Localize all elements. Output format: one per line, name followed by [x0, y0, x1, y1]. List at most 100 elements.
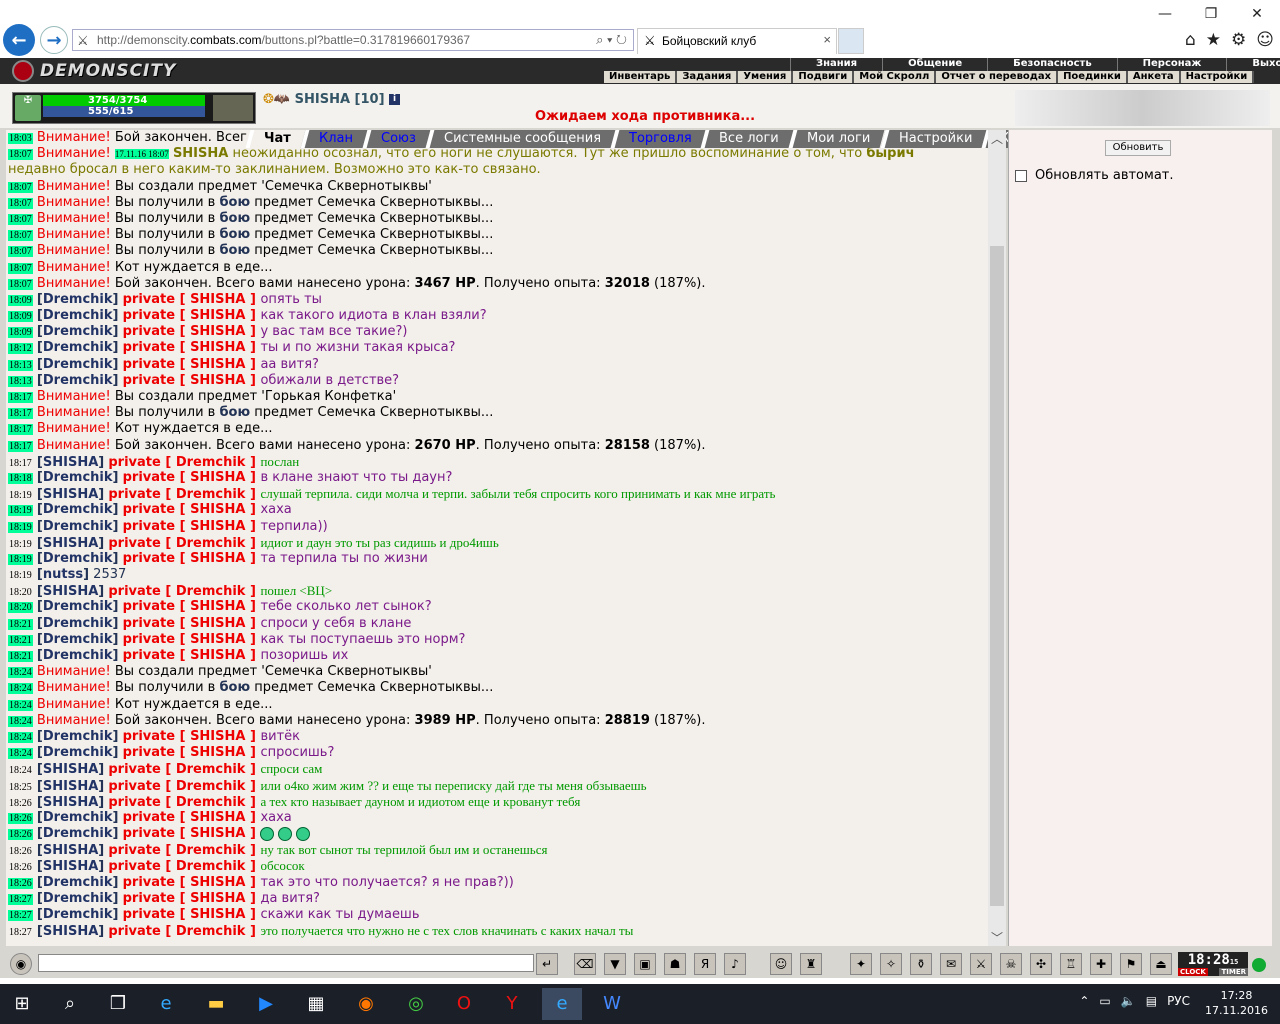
compass-icon[interactable]: ✣	[1030, 953, 1052, 975]
recipient-name[interactable]: SHISHA	[190, 324, 245, 339]
favorites-star-icon[interactable]: ★	[1206, 30, 1221, 50]
private-label[interactable]: private	[123, 340, 175, 355]
private-target[interactable]: [	[175, 308, 190, 323]
submenu-item[interactable]: Поединки	[1058, 71, 1128, 83]
private-label[interactable]: private	[123, 519, 175, 534]
private-target[interactable]: [	[161, 795, 176, 810]
private-target[interactable]: [	[175, 810, 190, 825]
sound-icon[interactable]: ♪	[724, 953, 746, 975]
helmet-icon[interactable]: ♜	[800, 953, 822, 975]
scroll-item-icon[interactable]: ✉	[940, 953, 962, 975]
private-target[interactable]: [	[175, 292, 190, 307]
private-target[interactable]: [	[175, 616, 190, 631]
private-label[interactable]: private	[123, 875, 175, 890]
private-label[interactable]: private	[123, 891, 175, 906]
recipient-name[interactable]: SHISHA	[190, 826, 245, 841]
sender-name[interactable]: Dremchik	[43, 502, 113, 517]
private-label[interactable]: private	[123, 502, 175, 517]
start-windows-icon[interactable]: ⊞	[2, 988, 42, 1020]
private-label[interactable]: private	[123, 357, 175, 372]
chat-mode-icon[interactable]: ◉	[10, 953, 32, 975]
private-label[interactable]: private	[123, 616, 175, 631]
private-label[interactable]: private	[123, 308, 175, 323]
search-icon[interactable]: ⌕	[50, 988, 90, 1020]
clear-icon[interactable]: ⌫	[574, 953, 596, 975]
private-target[interactable]: [	[161, 455, 176, 470]
send-icon[interactable]: ↵	[536, 953, 558, 975]
sender-name[interactable]: SHISHA	[43, 859, 98, 874]
private-label[interactable]: private	[108, 536, 160, 551]
private-target[interactable]: [	[161, 487, 176, 502]
recipient-name[interactable]: SHISHA	[190, 599, 245, 614]
recipient-name[interactable]: SHISHA	[190, 340, 245, 355]
private-target[interactable]: [	[175, 519, 190, 534]
private-label[interactable]: private	[123, 632, 175, 647]
recipient-name[interactable]: Dremchik	[176, 455, 246, 470]
translit-icon[interactable]: Я	[694, 953, 716, 975]
private-target[interactable]: [	[175, 357, 190, 372]
sender-name[interactable]: Dremchik	[43, 810, 113, 825]
menu-item[interactable]: Общение	[882, 58, 987, 71]
recipient-name[interactable]: SHISHA	[190, 502, 245, 517]
private-label[interactable]: private	[108, 584, 160, 599]
private-target[interactable]: [	[175, 745, 190, 760]
opera-icon[interactable]: O	[444, 988, 484, 1020]
sender-name[interactable]: Dremchik	[43, 551, 113, 566]
avatar[interactable]: ✠	[15, 95, 41, 121]
submenu-item[interactable]: Задания	[677, 71, 739, 83]
private-target[interactable]: [	[175, 599, 190, 614]
sender-name[interactable]: Dremchik	[43, 729, 113, 744]
task-view-icon[interactable]: ❒	[98, 988, 138, 1020]
chat-tab[interactable]: Мои логи	[788, 130, 885, 148]
cross-icon[interactable]: ✚	[1090, 953, 1112, 975]
recipient-name[interactable]: SHISHA	[190, 519, 245, 534]
private-target[interactable]: [	[161, 584, 176, 599]
private-label[interactable]: private	[123, 826, 175, 841]
private-label[interactable]: private	[123, 373, 175, 388]
new-tab-button[interactable]	[838, 28, 864, 54]
clock-label[interactable]: CLOCK	[1178, 968, 1208, 976]
sender-name[interactable]: SHISHA	[43, 795, 98, 810]
sender-name[interactable]: SHISHA	[43, 536, 98, 551]
refresh-button[interactable]: Обновить	[1105, 140, 1171, 156]
private-target[interactable]: [	[175, 875, 190, 890]
ie-icon[interactable]: e	[542, 988, 582, 1020]
yandex-icon[interactable]: Y	[492, 988, 532, 1020]
network-icon[interactable]: ▭	[1099, 994, 1110, 1008]
private-label[interactable]: private	[123, 648, 175, 663]
auto-refresh-checkbox[interactable]	[1015, 169, 1027, 182]
sender-name[interactable]: SHISHA	[43, 584, 98, 599]
private-target[interactable]: [	[175, 907, 190, 922]
sender-name[interactable]: SHISHA	[43, 455, 98, 470]
private-label[interactable]: private	[108, 779, 160, 794]
recipient-name[interactable]: Dremchik	[176, 536, 246, 551]
sender-name[interactable]: Dremchik	[43, 632, 113, 647]
recipient-name[interactable]: SHISHA	[190, 891, 245, 906]
private-label[interactable]: private	[123, 292, 175, 307]
recipient-name[interactable]: Dremchik	[176, 779, 246, 794]
private-target[interactable]: [	[161, 859, 176, 874]
language-indicator[interactable]: РУС	[1167, 994, 1190, 1008]
submenu-item[interactable]: Анкета	[1128, 71, 1181, 83]
system-clock[interactable]: 17:28 17.11.2016	[1205, 988, 1268, 1018]
recipient-name[interactable]: SHISHA	[190, 907, 245, 922]
private-label[interactable]: private	[108, 487, 160, 502]
sender-name[interactable]: SHISHA	[43, 779, 98, 794]
player-link[interactable]: бырич	[866, 146, 914, 161]
recipient-name[interactable]: Dremchik	[176, 762, 246, 777]
recipient-name[interactable]: Dremchik	[176, 843, 246, 858]
edge-icon[interactable]: e	[146, 988, 186, 1020]
scroll-down-icon[interactable]: ﹀	[991, 929, 1003, 946]
sender-name[interactable]: Dremchik	[43, 907, 113, 922]
sender-name[interactable]: Dremchik	[43, 308, 113, 323]
calculator-icon[interactable]: ▦	[296, 988, 336, 1020]
sender-name[interactable]: Dremchik	[43, 340, 113, 355]
private-target[interactable]: [	[175, 324, 190, 339]
sender-name[interactable]: Dremchik	[43, 357, 113, 372]
recipient-name[interactable]: SHISHA	[190, 616, 245, 631]
battle-link[interactable]: бою	[219, 211, 250, 226]
chat-tab[interactable]: Системные сообщения	[425, 130, 616, 148]
submenu-item[interactable]: Подвиги	[793, 71, 855, 83]
search-icon[interactable]: ⌕ ▾ ↻	[596, 32, 627, 48]
private-label[interactable]: private	[123, 745, 175, 760]
